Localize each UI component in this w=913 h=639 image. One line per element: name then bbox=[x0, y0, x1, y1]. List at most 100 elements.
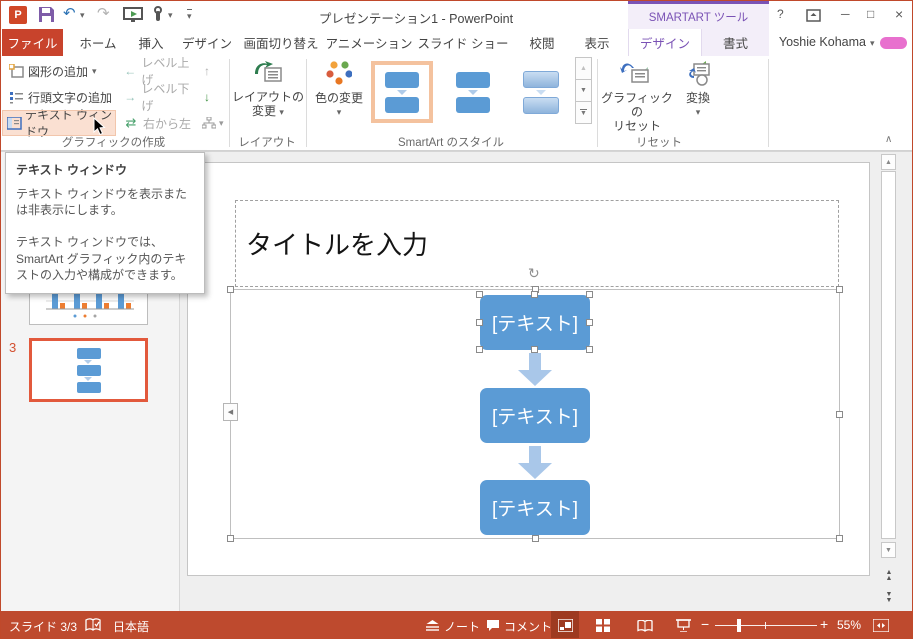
powerpoint-app-icon[interactable]: P bbox=[9, 6, 27, 24]
style-preview-shape bbox=[456, 71, 490, 88]
smartart-node-2[interactable]: [テキスト] bbox=[480, 388, 590, 443]
move-up-button[interactable]: ↑ bbox=[200, 59, 210, 83]
undo-dropdown-icon[interactable]: ▾ bbox=[80, 10, 85, 21]
tab-review[interactable]: 校閲 bbox=[517, 29, 567, 56]
add-shape-button[interactable]: 図形の追加 ▾ bbox=[3, 59, 115, 83]
touch-mode-icon[interactable] bbox=[151, 6, 165, 23]
gallery-scroll-down-icon[interactable]: ▼ bbox=[575, 79, 592, 102]
node-handle-top-left[interactable] bbox=[476, 291, 483, 298]
undo-icon[interactable]: ↶ bbox=[63, 4, 76, 22]
close-icon[interactable]: × bbox=[895, 6, 903, 22]
right-to-left-button[interactable]: ⇄ 右から左 bbox=[118, 111, 196, 135]
demote-label: レベル下げ bbox=[141, 82, 190, 113]
touch-mode-dropdown-icon[interactable]: ▾ bbox=[168, 10, 173, 21]
slide-sorter-view-button[interactable] bbox=[589, 611, 617, 638]
style-preview-arrow bbox=[468, 89, 478, 95]
normal-view-button[interactable] bbox=[551, 611, 579, 638]
flow-arrow-1 bbox=[518, 353, 552, 386]
text-pane-tooltip: テキスト ウィンドウ テキスト ウィンドウを表示または非表示にします。 テキスト… bbox=[5, 152, 205, 294]
redo-icon[interactable]: ↷ bbox=[97, 4, 110, 22]
demote-button[interactable]: → レベル下げ bbox=[118, 82, 196, 113]
maximize-icon[interactable]: □ bbox=[867, 7, 874, 21]
save-icon[interactable] bbox=[38, 6, 55, 23]
tab-home[interactable]: ホーム bbox=[73, 29, 123, 56]
tab-slideshow[interactable]: スライド ショー bbox=[417, 29, 509, 56]
move-down-button[interactable]: ↓ bbox=[200, 85, 210, 109]
node-handle-right-center[interactable] bbox=[586, 319, 593, 326]
powerpoint-window: P ↶ ▾ ↷ ▾ ▾ プレゼンテーション1 - PowerPoint SMAR… bbox=[0, 0, 913, 639]
style-gallery-item-selected[interactable] bbox=[371, 61, 433, 123]
smartart-node-3[interactable]: [テキスト] bbox=[480, 480, 590, 535]
previous-slide-icon[interactable]: ▲ ▲ bbox=[883, 569, 895, 582]
tab-smartart-design[interactable]: デザイン bbox=[628, 29, 702, 56]
collapse-ribbon-icon[interactable]: ∧ bbox=[885, 134, 892, 145]
org-chart-layout-button[interactable]: ▾ bbox=[198, 111, 224, 135]
tab-design[interactable]: デザイン bbox=[177, 29, 237, 56]
tab-transitions[interactable]: 画面切り替え bbox=[241, 29, 321, 56]
next-slide-icon[interactable]: ▼ ▼ bbox=[883, 591, 895, 604]
gallery-scroll-controls: ▲ ▼ ▼ bbox=[575, 57, 592, 128]
style-gallery-item[interactable] bbox=[442, 61, 504, 123]
account-dropdown-icon[interactable]: ▾ bbox=[870, 38, 875, 49]
scrollbar-down-icon[interactable]: ▼ bbox=[881, 542, 896, 558]
comments-button[interactable]: コメント bbox=[504, 618, 552, 635]
zoom-percentage[interactable]: 55% bbox=[837, 618, 861, 632]
slide-canvas[interactable]: タイトルを入力 ↻ ◀ [テキスト] [テキスト] [テキスト] bbox=[187, 162, 870, 576]
ribbon-display-options-icon[interactable] bbox=[806, 9, 821, 22]
account-avatar[interactable] bbox=[880, 37, 907, 49]
frame-handle-top-right[interactable] bbox=[836, 286, 843, 293]
reading-view-button[interactable] bbox=[631, 611, 659, 638]
group-separator bbox=[306, 59, 307, 147]
scrollbar-up-icon[interactable]: ▲ bbox=[881, 154, 896, 170]
user-name[interactable]: Yoshie Kohama bbox=[776, 35, 866, 49]
change-colors-button[interactable]: 色の変更 ▾ bbox=[310, 60, 368, 119]
gallery-scroll-up-icon[interactable]: ▲ bbox=[575, 57, 592, 80]
zoom-in-button[interactable]: + bbox=[820, 616, 828, 632]
node-handle-bottom-left[interactable] bbox=[476, 346, 483, 353]
node-handle-bottom-center[interactable] bbox=[531, 346, 538, 353]
convert-button[interactable]: 変換 ▾ bbox=[677, 60, 719, 119]
right-to-left-icon: ⇄ bbox=[125, 115, 137, 130]
tab-insert[interactable]: 挿入 bbox=[129, 29, 173, 56]
style-gallery-item[interactable] bbox=[510, 61, 572, 123]
zoom-out-button[interactable]: − bbox=[701, 616, 709, 632]
customize-qat-icon[interactable]: ▾ bbox=[187, 9, 192, 22]
scrollbar-thumb[interactable] bbox=[881, 171, 896, 539]
add-shape-dropdown-icon: ▾ bbox=[92, 65, 97, 76]
tab-animations[interactable]: アニメーション bbox=[325, 29, 413, 56]
help-icon[interactable]: ? bbox=[777, 7, 784, 21]
zoom-slider-track[interactable] bbox=[715, 625, 817, 626]
zoom-slider-thumb[interactable] bbox=[737, 619, 741, 632]
frame-handle-top-left[interactable] bbox=[227, 286, 234, 293]
frame-handle-bottom-left[interactable] bbox=[227, 535, 234, 542]
node-handle-left-center[interactable] bbox=[476, 319, 483, 326]
frame-handle-right-center[interactable] bbox=[836, 411, 843, 418]
rotation-handle[interactable]: ↻ bbox=[528, 265, 540, 282]
tab-view[interactable]: 表示 bbox=[573, 29, 621, 56]
frame-handle-bottom-right[interactable] bbox=[836, 535, 843, 542]
style-preview-shape bbox=[523, 96, 559, 114]
spellcheck-icon[interactable] bbox=[85, 618, 102, 632]
fit-to-window-icon[interactable] bbox=[873, 619, 889, 632]
change-colors-label: 色の変更 bbox=[314, 91, 363, 105]
slide-thumbnail-3-selected[interactable] bbox=[29, 338, 148, 402]
node-handle-bottom-right[interactable] bbox=[586, 346, 593, 353]
gallery-more-icon[interactable]: ▼ bbox=[575, 101, 592, 124]
minimize-icon[interactable]: ─ bbox=[841, 7, 850, 21]
slideshow-view-button[interactable] bbox=[669, 611, 697, 638]
language-indicator[interactable]: 日本語 bbox=[113, 618, 149, 635]
text-pane-toggle-tab[interactable]: ◀ bbox=[223, 403, 238, 421]
tab-smartart-format[interactable]: 書式 bbox=[702, 29, 769, 56]
tab-file[interactable]: ファイル bbox=[2, 29, 63, 56]
start-slideshow-icon[interactable] bbox=[123, 7, 143, 23]
thumb-smartart-arrow bbox=[84, 360, 92, 364]
reset-graphic-button[interactable]: グラフィックの リセット bbox=[601, 60, 673, 133]
smartart-node-1[interactable]: [テキスト] bbox=[480, 295, 590, 350]
node-handle-top-center[interactable] bbox=[531, 291, 538, 298]
change-layout-button[interactable]: レイアウトの 変更 ▾ bbox=[231, 60, 305, 119]
notes-button[interactable]: ノート bbox=[444, 618, 480, 635]
frame-handle-bottom-center[interactable] bbox=[532, 535, 539, 542]
text-pane-icon bbox=[7, 116, 22, 130]
node-handle-top-right[interactable] bbox=[586, 291, 593, 298]
tooltip-paragraph-1: テキスト ウィンドウを表示または非表示にします。 bbox=[16, 187, 187, 218]
